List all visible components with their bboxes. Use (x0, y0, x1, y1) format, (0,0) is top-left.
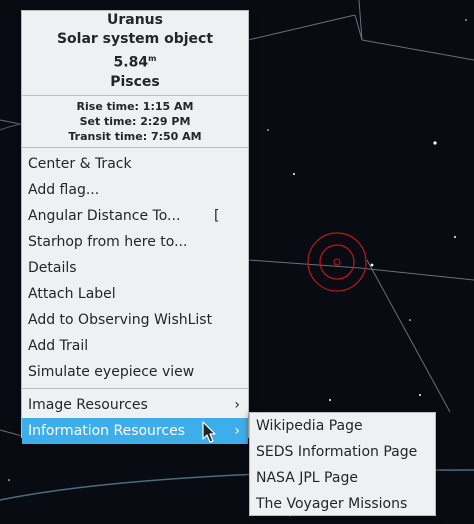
object-magnitude: 5.84m (113, 54, 157, 71)
menu-item-label: Image Resources (28, 396, 148, 413)
menu-item-label: Angular Distance To... (28, 207, 181, 224)
menu-item-starhop[interactable]: Starhop from here to... (22, 229, 248, 255)
menu-item-add-flag[interactable]: Add flag... (22, 177, 248, 203)
object-type: Solar system object (56, 31, 214, 47)
chevron-right-icon: › (234, 396, 240, 413)
set-time: Set time: 2:29 PM (79, 114, 191, 128)
menu-item-attach-label[interactable]: Attach Label (22, 281, 248, 307)
menu-item-details[interactable]: Details (22, 255, 248, 281)
menu-item-image-resources[interactable]: Image Resources › (22, 392, 248, 418)
ecliptic-line (0, 123, 23, 131)
context-menu: Uranus Solar system object 5.84m Pisces … (21, 10, 249, 444)
menu-item-add-wishlist[interactable]: Add to Observing WishList (22, 307, 248, 333)
object-info-header: Uranus Solar system object 5.84m Pisces (22, 11, 248, 95)
menu-item-label: Information Resources (28, 422, 185, 439)
submenu-item-wikipedia[interactable]: Wikipedia Page (250, 413, 435, 439)
chevron-right-icon: › (234, 422, 240, 439)
object-times: Rise time: 1:15 AM Set time: 2:29 PM Tra… (22, 96, 248, 147)
menu-item-add-trail[interactable]: Add Trail (22, 333, 248, 359)
transit-time: Transit time: 7:50 AM (68, 129, 202, 143)
object-name: Uranus (107, 12, 163, 28)
rise-time: Rise time: 1:15 AM (76, 99, 194, 113)
submenu-item-voyager[interactable]: The Voyager Missions (250, 491, 435, 517)
menu-item-angular-distance[interactable]: Angular Distance To... [ (22, 203, 248, 229)
menu-item-center-track[interactable]: Center & Track (22, 151, 248, 177)
information-resources-submenu: Wikipedia Page SEDS Information Page NAS… (249, 412, 436, 516)
menu-item-simulate-eyepiece[interactable]: Simulate eyepiece view (22, 359, 248, 385)
submenu-item-seds[interactable]: SEDS Information Page (250, 439, 435, 465)
target-circle-icon[interactable] (307, 232, 367, 292)
object-constellation: Pisces (110, 73, 160, 90)
submenu-item-nasa-jpl[interactable]: NASA JPL Page (250, 465, 435, 491)
mouse-pointer-icon (202, 421, 216, 443)
shortcut-key: [ (214, 207, 220, 224)
